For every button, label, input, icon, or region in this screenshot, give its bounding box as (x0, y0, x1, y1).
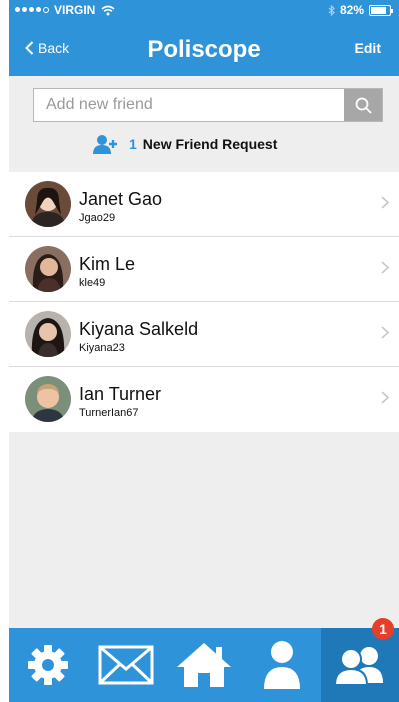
friend-row[interactable]: Janet Gao Jgao29 (9, 172, 399, 237)
avatar (25, 246, 71, 292)
chevron-right-icon (381, 391, 389, 404)
friend-name: Kim Le (79, 254, 136, 274)
tab-profile[interactable] (243, 628, 321, 702)
chevron-right-icon (381, 261, 389, 274)
mail-icon (98, 645, 154, 685)
friend-name: Ian Turner (79, 384, 162, 404)
add-friend-search (33, 88, 383, 122)
friend-username: TurnerIan67 (79, 407, 139, 419)
carrier-label: VIRGIN (54, 3, 96, 17)
avatar (25, 311, 71, 357)
page-title: Poliscope (147, 36, 261, 63)
app-frame: VIRGIN 82% Back Poliscope Edit Add new f… (9, 0, 399, 702)
friends-list: Janet Gao Jgao29 Kim Le kle49 Kiyana Sal… (9, 172, 399, 432)
wifi-icon (101, 5, 115, 15)
tab-messages[interactable] (87, 628, 165, 702)
avatar (25, 376, 71, 422)
friend-username: kle49 (79, 277, 106, 289)
top-bar: VIRGIN 82% Back Poliscope Edit (9, 0, 399, 76)
tab-settings[interactable] (9, 628, 87, 702)
friend-row[interactable]: Kiyana Salkeld Kiyana23 (9, 302, 399, 367)
gear-icon (28, 645, 68, 685)
profile-icon (264, 641, 300, 689)
friend-request-label: New Friend Request (142, 136, 278, 152)
signal-icon (15, 7, 49, 13)
status-left: VIRGIN (15, 3, 115, 17)
status-right: 82% (328, 3, 393, 17)
friend-row[interactable]: Kim Le kle49 (9, 237, 399, 302)
new-friend-request-link[interactable]: 1 New Friend Request (93, 134, 277, 154)
home-icon (177, 643, 231, 687)
chevron-right-icon (381, 196, 389, 209)
tab-home[interactable] (165, 628, 243, 702)
friend-name: Janet Gao (79, 189, 163, 209)
edit-button[interactable]: Edit (355, 40, 381, 56)
add-friend-input[interactable] (34, 89, 344, 121)
friend-row[interactable]: Ian Turner TurnerIan67 (9, 367, 399, 432)
friends-icon (333, 647, 383, 685)
battery-percent: 82% (339, 3, 364, 17)
add-user-icon (93, 135, 117, 154)
status-bar: VIRGIN 82% (9, 0, 399, 20)
notification-badge: 1 (372, 618, 394, 640)
friend-name: Kiyana Salkeld (79, 319, 199, 339)
friend-username: Jgao29 (79, 212, 116, 224)
tab-bar: 1 (9, 618, 399, 702)
search-icon (355, 97, 372, 114)
tab-friends[interactable]: 1 (321, 618, 399, 702)
friend-username: Kiyana23 (79, 342, 125, 354)
search-button[interactable] (344, 89, 382, 121)
friend-request-count: 1 (129, 136, 137, 152)
battery-icon (369, 4, 393, 16)
avatar (25, 181, 71, 227)
chevron-right-icon (381, 326, 389, 339)
bluetooth-icon (328, 4, 335, 16)
